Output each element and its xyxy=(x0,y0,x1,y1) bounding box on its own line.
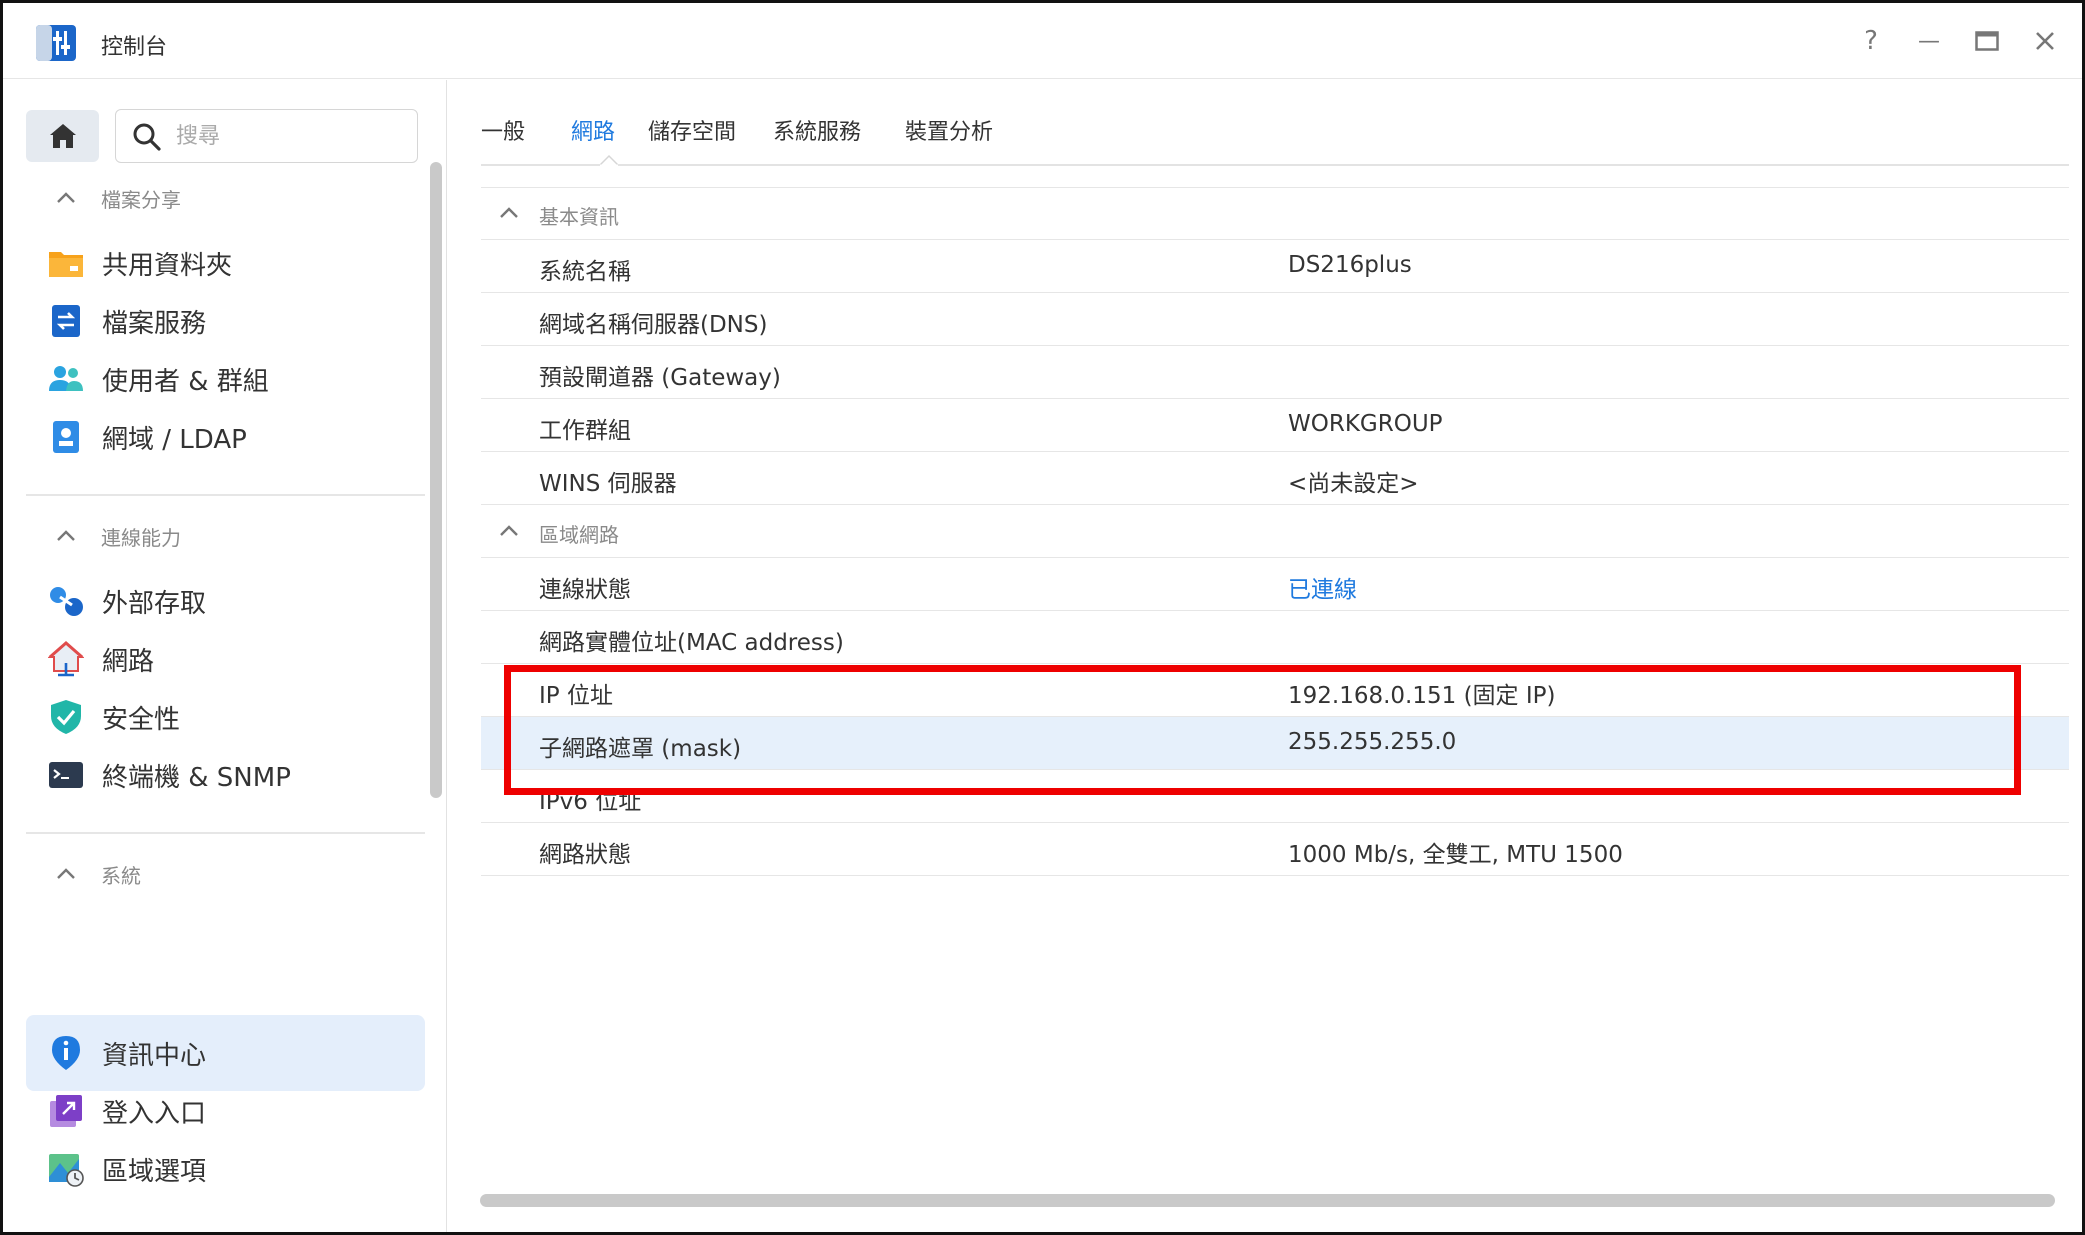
sidebar-item-label: 使用者 & 群組 xyxy=(102,366,269,397)
table-row: 網域名稱伺服器(DNS) xyxy=(481,293,2069,346)
table-row: 工作群組 WORKGROUP xyxy=(481,399,2069,452)
tab-underline xyxy=(481,164,2069,166)
row-key: 工作群組 xyxy=(539,418,631,444)
row-value: DS216plus xyxy=(1288,252,1412,278)
row-key: IP 位址 xyxy=(539,683,613,709)
row-key: IPv6 位址 xyxy=(539,789,642,815)
table-row: IPv6 位址 xyxy=(481,770,2069,823)
table-row: WINS 伺服器 <尚未設定> xyxy=(481,452,2069,505)
sidebar-item-label: 網域 / LDAP xyxy=(102,424,247,455)
chevron-up-icon xyxy=(57,868,75,879)
connection-status-link[interactable]: 已連線 xyxy=(1288,570,1357,604)
table-row: 網路實體位址(MAC address) xyxy=(481,611,2069,664)
external-access-icon xyxy=(50,587,83,616)
row-key: 子網路遮罩 (mask) xyxy=(539,736,742,762)
section-system[interactable]: 系統 xyxy=(53,854,141,894)
chevron-up-icon xyxy=(57,530,75,541)
table-row: 網路狀態 1000 Mb/s, 全雙工, MTU 1500 xyxy=(481,823,2069,876)
search-box[interactable] xyxy=(115,109,418,163)
sidebar-item-domain-ldap[interactable]: 網域 / LDAP xyxy=(26,399,425,475)
sidebar-item-label: 安全性 xyxy=(102,704,181,735)
section-label: 系統 xyxy=(101,863,141,888)
sidebar-scrollbar[interactable] xyxy=(430,162,442,798)
tab-services[interactable]: 系統服務 xyxy=(773,114,861,146)
close-button[interactable] xyxy=(2025,21,2065,61)
tab-network[interactable]: 網路 xyxy=(571,114,615,146)
minimize-button[interactable]: — xyxy=(1909,21,1949,61)
table-row-highlighted: 子網路遮罩 (mask) 255.255.255.0 xyxy=(481,717,2069,770)
sidebar-divider xyxy=(26,494,425,496)
window-title: 控制台 xyxy=(101,35,168,60)
file-services-icon xyxy=(52,305,80,337)
section-label: 檔案分享 xyxy=(101,187,181,212)
terminal-icon xyxy=(49,762,83,788)
shield-icon xyxy=(51,700,81,734)
network-house-icon xyxy=(48,641,84,677)
domain-icon xyxy=(53,421,79,453)
sidebar-item-label: 網路 xyxy=(102,646,155,677)
sidebar-item-label: 共用資料夾 xyxy=(102,250,233,281)
tab-storage[interactable]: 儲存空間 xyxy=(648,114,736,146)
row-value: 255.255.255.0 xyxy=(1288,729,1457,755)
search-icon xyxy=(133,123,161,151)
row-key: 網路實體位址(MAC address) xyxy=(539,630,844,656)
group-basic-info[interactable]: 基本資訊 xyxy=(481,187,2069,240)
row-value: <尚未設定> xyxy=(1288,471,1419,497)
control-panel-app-icon xyxy=(36,25,76,61)
sidebar-item-regional-options[interactable]: 區域選項 xyxy=(26,1131,425,1207)
main-content: 一般 網路 儲存空間 系統服務 裝置分析 基本資訊 系統名稱 DS216plus… xyxy=(448,80,2082,1232)
group-label: 基本資訊 xyxy=(539,205,619,229)
home-button[interactable] xyxy=(26,110,99,162)
sidebar-divider xyxy=(26,832,425,834)
tab-device-analytics[interactable]: 裝置分析 xyxy=(905,114,993,146)
row-key: WINS 伺服器 xyxy=(539,471,677,497)
title-bar: 控制台 ? — xyxy=(3,3,2082,79)
row-value: WORKGROUP xyxy=(1288,411,1443,437)
sidebar-item-label: 資訊中心 xyxy=(102,1040,207,1071)
regional-options-icon xyxy=(49,1154,84,1187)
sidebar-item-label: 外部存取 xyxy=(102,588,207,619)
maximize-icon xyxy=(1975,31,1999,51)
control-panel-window: 控制台 ? — 檔案分享 xyxy=(0,0,2085,1235)
table-row: IP 位址 192.168.0.151 (固定 IP) xyxy=(481,664,2069,717)
active-tab-caret xyxy=(600,154,618,166)
chevron-up-icon xyxy=(500,207,518,218)
row-key: 系統名稱 xyxy=(539,259,631,285)
chevron-up-icon xyxy=(500,525,518,536)
close-icon xyxy=(2036,32,2054,50)
sidebar: 檔案分享 共用資料夾 檔案服務 使用者 & 群組 xyxy=(3,80,447,1232)
home-icon xyxy=(49,124,76,148)
group-label: 區域網路 xyxy=(539,523,619,547)
search-input[interactable] xyxy=(176,120,406,152)
table-row: 系統名稱 DS216plus xyxy=(481,240,2069,293)
row-value: 192.168.0.151 (固定 IP) xyxy=(1288,683,1556,709)
sidebar-item-label: 終端機 & SNMP xyxy=(102,762,291,793)
horizontal-scrollbar[interactable] xyxy=(480,1194,2055,1207)
folder-icon xyxy=(49,252,83,277)
row-value: 1000 Mb/s, 全雙工, MTU 1500 xyxy=(1288,842,1623,868)
table-row: 連線狀態 已連線 xyxy=(481,558,2069,611)
section-connectivity[interactable]: 連線能力 xyxy=(53,516,181,556)
sidebar-item-label: 登入入口 xyxy=(102,1098,207,1129)
help-button[interactable]: ? xyxy=(1851,21,1891,61)
info-icon xyxy=(52,1036,80,1070)
sidebar-item-label: 區域選項 xyxy=(102,1156,207,1187)
chevron-up-icon xyxy=(57,192,75,203)
login-portal-icon xyxy=(50,1095,82,1127)
row-key: 網域名稱伺服器(DNS) xyxy=(539,312,768,338)
section-label: 連線能力 xyxy=(101,525,181,550)
section-file-sharing[interactable]: 檔案分享 xyxy=(53,178,181,218)
maximize-button[interactable] xyxy=(1967,21,2007,61)
row-key: 網路狀態 xyxy=(539,842,631,868)
row-key: 連線狀態 xyxy=(539,577,631,603)
sidebar-item-label: 檔案服務 xyxy=(102,308,207,339)
table-row: 預設閘道器 (Gateway) xyxy=(481,346,2069,399)
sidebar-item-terminal-snmp[interactable]: 終端機 & SNMP xyxy=(26,737,425,813)
tab-general[interactable]: 一般 xyxy=(481,114,525,146)
row-key: 預設閘道器 (Gateway) xyxy=(539,365,781,391)
users-icon xyxy=(49,366,83,391)
group-local-network[interactable]: 區域網路 xyxy=(481,505,2069,558)
